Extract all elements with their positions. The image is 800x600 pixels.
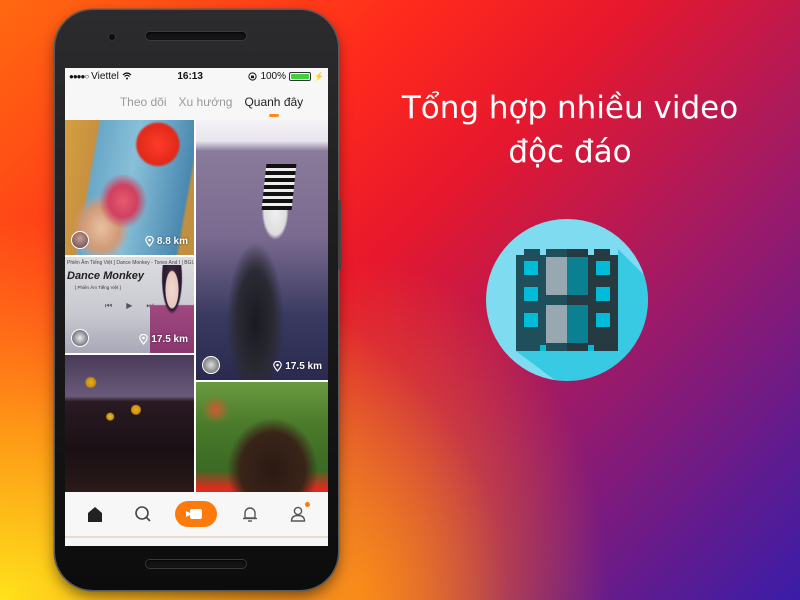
location-pin-icon [273,361,283,372]
film-badge [486,219,648,381]
film-strip-icon [516,249,648,381]
battery-icon [289,71,312,81]
bottom-navigation [65,492,328,538]
tab-xu-huong[interactable]: Xu hướng [179,95,233,109]
notification-badge [305,502,311,507]
location-pin-icon [139,334,149,345]
phone-mockup: ●●●●○ Viettel 16:13 100% ⚡ Theo dõi Xu h… [55,10,341,590]
battery-percent: 100% [260,70,287,82]
distance-label: 17.5 km [273,361,322,372]
user-icon [290,506,306,522]
headline-line-1: Tổng hợp nhiều video [401,90,739,126]
charging-bolt-icon: ⚡ [314,71,324,81]
tab-quanh-day[interactable]: Quanh đây [244,95,303,109]
bell-icon [243,507,258,522]
clock: 16:13 [177,70,203,82]
nav-notifications[interactable] [235,499,265,529]
video-tile[interactable]: 8.8 km [65,120,194,255]
app-screen: ●●●●○ Viettel 16:13 100% ⚡ Theo dõi Xu h… [65,68,328,546]
signal-dots-icon: ●●●●○ [69,71,89,81]
wifi-icon [122,72,132,80]
video-feed-grid: 8.8 km 17.5 km Phiên Âm Tiếng Việt ] Dan… [65,120,328,492]
earpiece-speaker [146,32,246,40]
nav-record-button[interactable] [175,501,218,527]
song-title: Dance Monkey [67,270,145,282]
video-camera-icon [186,509,203,519]
search-icon [134,506,151,522]
video-tile[interactable] [65,355,194,492]
avatar[interactable] [71,231,89,249]
distance-label: 8.8 km [145,236,188,247]
carrier-name: Viettel [91,70,119,82]
side-button [338,200,341,270]
headline-line-2: độc đáo [508,134,632,170]
status-bar: ●●●●○ Viettel 16:13 100% ⚡ [65,68,328,84]
player-controls: ⏮ ▶ ⏭ [105,301,154,311]
nav-home[interactable] [80,499,110,529]
nav-search[interactable] [128,499,158,529]
previous-icon: ⏮ [105,301,113,310]
bottom-speaker [146,560,246,568]
location-pin-icon [145,236,154,247]
front-camera [109,34,115,40]
video-tile[interactable]: 17.5 km [196,120,328,380]
tab-theo-doi[interactable]: Theo dõi [120,95,167,109]
avatar[interactable] [202,356,220,374]
play-icon: ▶ [126,301,133,310]
song-subtitle: [ Phiên Âm Tiếng Việt ] [75,285,121,290]
video-tile[interactable] [196,382,328,492]
nav-profile[interactable] [283,499,313,529]
distance-label: 17.5 km [139,334,188,345]
avatar[interactable] [71,329,89,347]
home-icon [87,507,102,522]
promo-headline: Tổng hợp nhiều video độc đáo [380,86,760,174]
video-tile[interactable]: Phiên Âm Tiếng Việt ] Dance Monkey - Ton… [65,257,194,353]
rotation-lock-icon [248,71,258,81]
feed-tabs: Theo dõi Xu hướng Quanh đây [65,84,328,120]
